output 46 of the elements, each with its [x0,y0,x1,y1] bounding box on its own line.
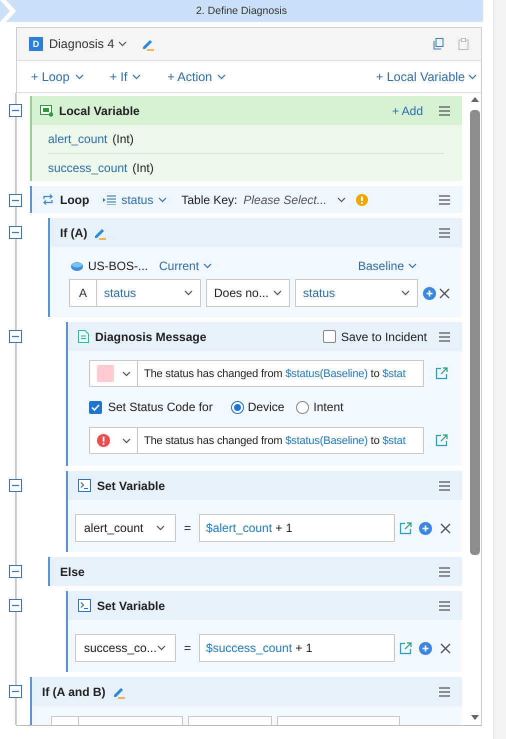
node-title: Set Variable [97,598,166,612]
add-menu-button[interactable]: + Loop [31,70,84,84]
equals-sign: = [184,521,192,535]
save-to-incident-checkbox[interactable]: Save to Incident [322,330,427,344]
diagnosis-badge: D [29,37,43,51]
expression-text: $success_count + 1 [206,641,312,655]
message-field[interactable]: The status has changed from $status(Baseline) to $stat [138,360,424,387]
field-dropdown[interactable]: status [97,279,201,307]
variable-name[interactable]: success_count [48,160,128,174]
variable-dropdown[interactable]: success_co... [75,634,176,662]
table-key-dropdown[interactable]: Please Select... [243,192,346,206]
table-dropdown[interactable]: status [103,192,168,206]
expression-text: $alert_count + 1 [206,521,292,535]
add-menu-button[interactable]: + If [110,70,142,84]
message-field[interactable]: The status has changed from $status(Baseline) to $stat [138,427,424,454]
add-link[interactable]: + Add [392,104,423,118]
expression-field[interactable]: $success_count + 1 [199,634,396,662]
status-code-checkbox[interactable]: Set Status Code for [89,400,213,414]
table-key-label: Table Key: [181,192,238,206]
node-title: Else [60,564,85,578]
variable-name[interactable]: alert_count [48,132,108,146]
diagnosis-name-dropdown[interactable]: Diagnosis 4 [49,37,128,51]
add-menu-button[interactable]: + Action [167,70,226,84]
node-title: Loop [60,192,90,206]
expression-field[interactable]: $alert_count + 1 [199,514,396,542]
node-title: Local Variable [59,104,140,118]
field-dropdown[interactable]: status [295,279,418,307]
equals-sign: = [184,641,192,655]
node-title: If (A and B) [42,684,106,698]
variable-type: (Int) [112,132,134,146]
add-local-variable-button[interactable]: + Local Variable [376,70,477,84]
target-radio[interactable]: Intent [296,400,344,414]
node-title: If (A) [60,226,88,240]
target-radio[interactable]: Device [230,400,284,414]
source-dropdown[interactable]: Current [159,259,212,273]
source-dropdown[interactable]: Baseline [358,259,417,273]
variable-dropdown[interactable]: alert_count [75,514,176,542]
device-name: US-BOS-... [88,259,148,273]
message-text: The status has changed from $status(Baseline) to $stat [144,434,406,446]
condition-letter: A [69,279,97,307]
step-title: 2. Define Diagnosis [196,5,288,17]
variable-type: (Int) [132,160,154,174]
node-title: Diagnosis Message [95,330,206,344]
operator-dropdown[interactable]: Does no... [206,279,290,307]
message-text: The status has changed from $status(Baseline) to $stat [144,368,406,380]
node-title: Set Variable [97,478,166,492]
